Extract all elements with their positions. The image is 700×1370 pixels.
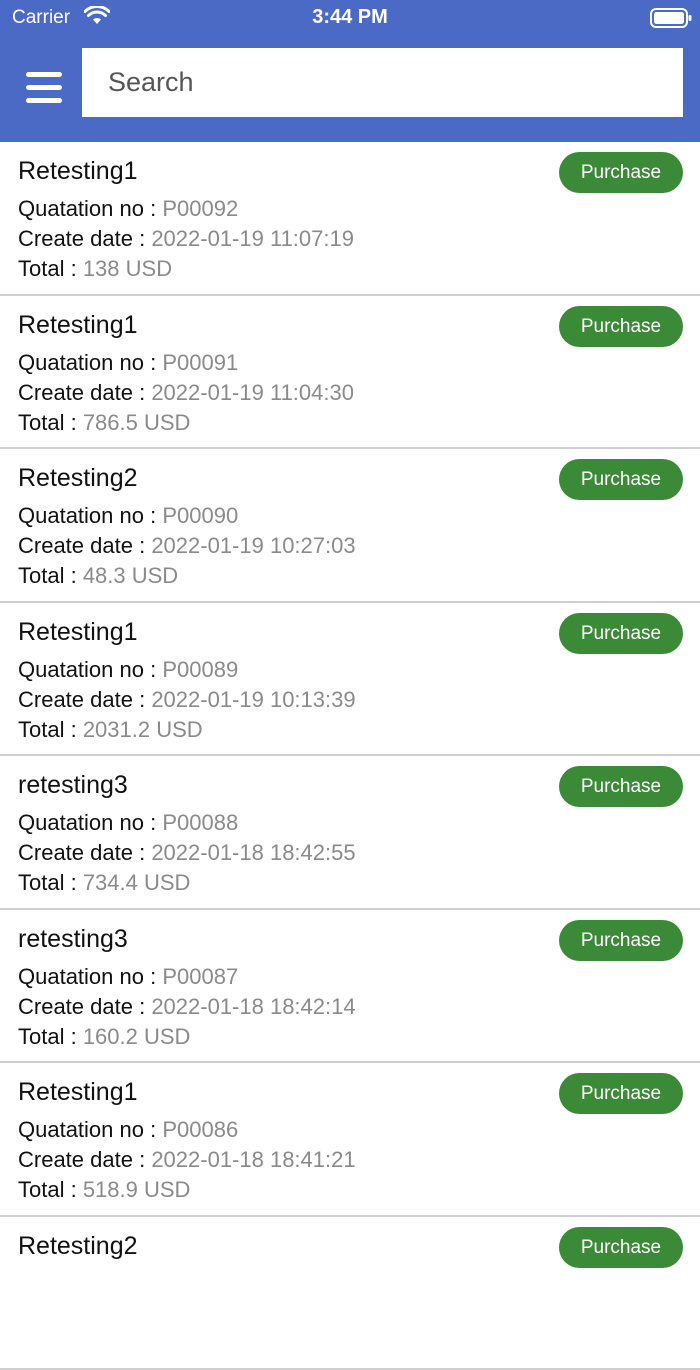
quotation-create-date-label: Create date : — [18, 687, 151, 712]
quotation-create-date-value: 2022-01-19 11:07:19 — [151, 226, 354, 251]
quotation-create-date-row: Create date : 2022-01-19 11:04:30 — [18, 380, 354, 406]
quotation-total-label: Total : — [18, 1024, 83, 1049]
quotation-create-date-label: Create date : — [18, 226, 151, 251]
quotation-list-item[interactable]: Retesting2 Quatation no : P00090 Create da… — [0, 449, 700, 603]
purchase-button[interactable]: Purchase — [559, 766, 683, 807]
search-input[interactable] — [82, 48, 683, 117]
quotation-list-item[interactable]: Retesting1 Quatation no : P00086 Create da… — [0, 1063, 700, 1217]
quotation-create-date-label: Create date : — [18, 994, 151, 1019]
quotation-total-row: Total : 734.4 USD — [18, 870, 190, 896]
quotation-total-value: 786.5 USD — [83, 410, 191, 435]
quotation-customer-name: Retesting1 — [18, 1078, 138, 1107]
battery-icon — [650, 8, 692, 28]
quotation-number-value: P00087 — [162, 964, 238, 989]
quotation-total-value: 2031.2 USD — [83, 717, 203, 742]
quotation-total-label: Total : — [18, 563, 83, 588]
purchase-button[interactable]: Purchase — [559, 920, 683, 961]
quotation-number-value: P00092 — [162, 196, 238, 221]
quotation-customer-name: Retesting2 — [18, 1232, 138, 1261]
quotation-number-label: Quatation no : — [18, 503, 162, 528]
quotation-list-item[interactable]: retesting3 Quatation no : P00087 Create da… — [0, 910, 700, 1064]
quotation-create-date-label: Create date : — [18, 533, 151, 558]
quotation-create-date-label: Create date : — [18, 1147, 151, 1172]
status-bar: Carrier 3:44 PM — [0, 0, 700, 36]
quotation-total-label: Total : — [18, 1177, 83, 1202]
quotation-total-row: Total : 138 USD — [18, 256, 172, 282]
quotation-number-row: Quatation no : P00088 — [18, 810, 238, 836]
quotation-create-date-value: 2022-01-18 18:41:21 — [151, 1147, 355, 1172]
quotation-total-row: Total : 160.2 USD — [18, 1024, 190, 1050]
purchase-button[interactable]: Purchase — [559, 1073, 683, 1114]
purchase-button[interactable]: Purchase — [559, 152, 683, 193]
quotation-number-row: Quatation no : P00092 — [18, 196, 238, 222]
quotation-create-date-value: 2022-01-19 10:13:39 — [151, 687, 355, 712]
status-time: 3:44 PM — [0, 6, 700, 29]
quotation-total-label: Total : — [18, 717, 83, 742]
quotation-number-value: P00090 — [162, 503, 238, 528]
quotation-number-label: Quatation no : — [18, 1117, 162, 1142]
quotation-number-value: P00088 — [162, 810, 238, 835]
quotation-list-item[interactable]: Retesting2 Purchase — [0, 1217, 700, 1370]
quotation-number-row: Quatation no : P00086 — [18, 1117, 238, 1143]
quotation-total-row: Total : 48.3 USD — [18, 563, 178, 589]
quotation-total-value: 734.4 USD — [83, 870, 191, 895]
quotation-total-label: Total : — [18, 870, 83, 895]
quotation-create-date-value: 2022-01-19 10:27:03 — [151, 533, 355, 558]
quotation-total-label: Total : — [18, 256, 83, 281]
quotation-list-item[interactable]: Retesting1 Quatation no : P00092 Create da… — [0, 142, 700, 296]
purchase-button[interactable]: Purchase — [559, 1227, 683, 1268]
quotation-number-row: Quatation no : P00087 — [18, 964, 238, 990]
quotation-create-date-row: Create date : 2022-01-18 18:41:21 — [18, 1147, 356, 1173]
hamburger-menu-icon[interactable] — [20, 66, 68, 110]
quotation-create-date-label: Create date : — [18, 840, 151, 865]
quotation-total-row: Total : 786.5 USD — [18, 410, 190, 436]
quotation-total-value: 138 USD — [83, 256, 172, 281]
quotation-number-value: P00091 — [162, 350, 238, 375]
quotation-create-date-label: Create date : — [18, 380, 151, 405]
quotation-number-label: Quatation no : — [18, 964, 162, 989]
quotation-number-value: P00089 — [162, 657, 238, 682]
quotation-customer-name: Retesting1 — [18, 157, 138, 186]
quotation-create-date-row: Create date : 2022-01-18 18:42:14 — [18, 994, 356, 1020]
quotation-total-row: Total : 518.9 USD — [18, 1177, 190, 1203]
quotation-total-row: Total : 2031.2 USD — [18, 717, 203, 743]
quotation-total-value: 160.2 USD — [83, 1024, 191, 1049]
quotation-list-item[interactable]: Retesting1 Quatation no : P00091 Create da… — [0, 296, 700, 450]
purchase-button[interactable]: Purchase — [559, 613, 683, 654]
quotation-list-item[interactable]: Retesting1 Quatation no : P00089 Create da… — [0, 603, 700, 757]
quotation-create-date-row: Create date : 2022-01-19 10:27:03 — [18, 533, 356, 559]
quotation-total-value: 48.3 USD — [83, 563, 178, 588]
quotation-create-date-row: Create date : 2022-01-18 18:42:55 — [18, 840, 356, 866]
quotation-number-row: Quatation no : P00089 — [18, 657, 238, 683]
quotation-customer-name: Retesting1 — [18, 618, 138, 647]
quotation-total-value: 518.9 USD — [83, 1177, 191, 1202]
quotation-customer-name: Retesting2 — [18, 464, 138, 493]
quotation-list: Retesting1 Quatation no : P00092 Create da… — [0, 142, 700, 1370]
quotation-number-label: Quatation no : — [18, 350, 162, 375]
quotation-list-item[interactable]: retesting3 Quatation no : P00088 Create da… — [0, 756, 700, 910]
quotation-number-value: P00086 — [162, 1117, 238, 1142]
quotation-customer-name: retesting3 — [18, 925, 128, 954]
quotation-total-label: Total : — [18, 410, 83, 435]
quotation-create-date-value: 2022-01-19 11:04:30 — [151, 380, 354, 405]
purchase-button[interactable]: Purchase — [559, 306, 683, 347]
quotation-customer-name: Retesting1 — [18, 311, 138, 340]
app-header: Carrier 3:44 PM — [0, 0, 700, 142]
quotation-create-date-value: 2022-01-18 18:42:14 — [151, 994, 355, 1019]
quotation-number-row: Quatation no : P00090 — [18, 503, 238, 529]
quotation-customer-name: retesting3 — [18, 771, 128, 800]
quotation-create-date-row: Create date : 2022-01-19 10:13:39 — [18, 687, 356, 713]
quotation-number-label: Quatation no : — [18, 810, 162, 835]
quotation-number-label: Quatation no : — [18, 657, 162, 682]
purchase-button[interactable]: Purchase — [559, 459, 683, 500]
quotation-number-row: Quatation no : P00091 — [18, 350, 238, 376]
quotation-create-date-value: 2022-01-18 18:42:55 — [151, 840, 355, 865]
quotation-number-label: Quatation no : — [18, 196, 162, 221]
quotation-create-date-row: Create date : 2022-01-19 11:07:19 — [18, 226, 354, 252]
